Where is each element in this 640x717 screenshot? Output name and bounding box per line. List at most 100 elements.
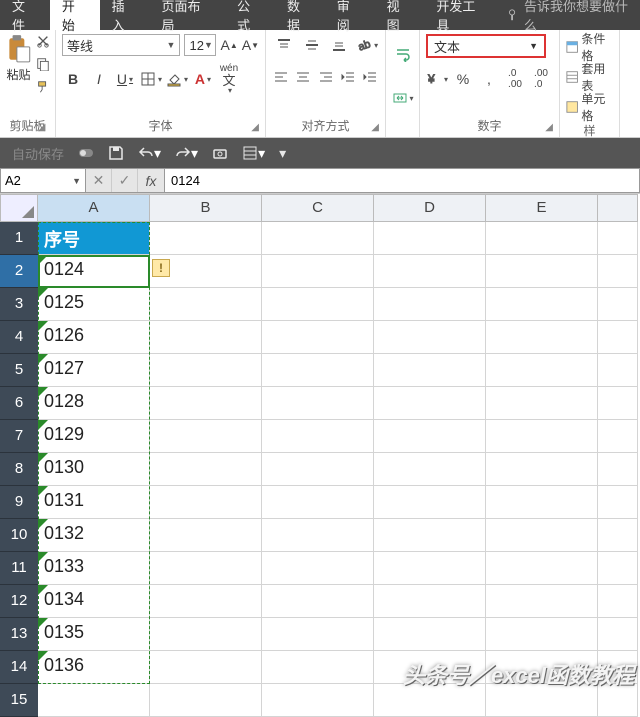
cell-B9[interactable]: [150, 486, 262, 519]
align-bottom-icon[interactable]: [328, 34, 350, 56]
cell-F10[interactable]: [598, 519, 638, 552]
border-button[interactable]: [140, 68, 162, 90]
tab-开始[interactable]: 开始: [50, 0, 100, 30]
cut-icon[interactable]: [36, 34, 50, 53]
cell-F6[interactable]: [598, 387, 638, 420]
cell-A6[interactable]: 0128: [38, 387, 150, 420]
align-right-icon[interactable]: [316, 66, 334, 88]
cell-B3[interactable]: [150, 288, 262, 321]
cell-B10[interactable]: [150, 519, 262, 552]
cell-E6[interactable]: [486, 387, 598, 420]
cell-A15[interactable]: [38, 684, 150, 717]
tab-视图[interactable]: 视图: [375, 0, 425, 30]
cell-C8[interactable]: [262, 453, 374, 486]
form-icon[interactable]: ▾: [242, 145, 265, 162]
number-format-combo[interactable]: 文本▼: [426, 34, 546, 58]
tab-插入[interactable]: 插入: [100, 0, 150, 30]
cell-E1[interactable]: [486, 222, 598, 255]
cell-B7[interactable]: [150, 420, 262, 453]
cell-C9[interactable]: [262, 486, 374, 519]
cell-B5[interactable]: [150, 354, 262, 387]
cell-B8[interactable]: [150, 453, 262, 486]
cell-E9[interactable]: [486, 486, 598, 519]
wrap-text-icon[interactable]: [392, 43, 414, 65]
cell-F12[interactable]: [598, 585, 638, 618]
number-launcher-icon[interactable]: ◢: [545, 122, 553, 133]
tab-开发工具[interactable]: 开发工具: [424, 0, 500, 30]
row-header-9[interactable]: 9: [0, 486, 38, 519]
fill-color-button[interactable]: [166, 68, 188, 90]
cell-E12[interactable]: [486, 585, 598, 618]
cell-F7[interactable]: [598, 420, 638, 453]
clipboard-launcher-icon[interactable]: ◢: [38, 122, 46, 133]
cell-E8[interactable]: [486, 453, 598, 486]
tab-公式[interactable]: 公式: [225, 0, 275, 30]
cell-F13[interactable]: [598, 618, 638, 651]
underline-button[interactable]: U: [114, 68, 136, 90]
cell-A4[interactable]: 0126: [38, 321, 150, 354]
cell-B15[interactable]: [150, 684, 262, 717]
qat-customize-icon[interactable]: ▾: [279, 145, 286, 162]
cell-C2[interactable]: [262, 255, 374, 288]
conditional-formatting-button[interactable]: 条件格: [566, 34, 613, 60]
row-header-1[interactable]: 1: [0, 222, 38, 255]
undo-icon[interactable]: ▾: [138, 145, 161, 162]
select-all-corner[interactable]: [0, 194, 38, 222]
cell-C1[interactable]: [262, 222, 374, 255]
name-box[interactable]: A2▼: [0, 168, 86, 193]
row-header-6[interactable]: 6: [0, 387, 38, 420]
cell-C7[interactable]: [262, 420, 374, 453]
row-header-3[interactable]: 3: [0, 288, 38, 321]
row-header-4[interactable]: 4: [0, 321, 38, 354]
cell-A7[interactable]: 0129: [38, 420, 150, 453]
format-table-button[interactable]: 套用表: [566, 64, 613, 90]
cell-C12[interactable]: [262, 585, 374, 618]
font-color-button[interactable]: A: [192, 68, 214, 90]
cell-E2[interactable]: [486, 255, 598, 288]
bold-button[interactable]: B: [62, 68, 84, 90]
cell-C4[interactable]: [262, 321, 374, 354]
cell-A12[interactable]: 0134: [38, 585, 150, 618]
row-header-10[interactable]: 10: [0, 519, 38, 552]
row-header-5[interactable]: 5: [0, 354, 38, 387]
cell-E5[interactable]: [486, 354, 598, 387]
cell-C11[interactable]: [262, 552, 374, 585]
formula-input[interactable]: 0124: [165, 168, 640, 193]
cell-F11[interactable]: [598, 552, 638, 585]
row-header-2[interactable]: 2: [0, 255, 38, 288]
row-header-7[interactable]: 7: [0, 420, 38, 453]
cell-A13[interactable]: 0135: [38, 618, 150, 651]
column-header-A[interactable]: A: [38, 194, 150, 222]
cell-B1[interactable]: [150, 222, 262, 255]
percent-format-icon[interactable]: %: [452, 68, 474, 90]
cell-C13[interactable]: [262, 618, 374, 651]
cell-B4[interactable]: [150, 321, 262, 354]
fx-cancel-icon[interactable]: ✕: [86, 169, 112, 192]
decrease-decimal-icon[interactable]: .00.0: [530, 68, 552, 90]
cell-styles-button[interactable]: 单元格: [566, 94, 613, 120]
cell-F1[interactable]: [598, 222, 638, 255]
comma-format-icon[interactable]: ,: [478, 68, 500, 90]
format-painter-icon[interactable]: [36, 80, 50, 99]
cell-D4[interactable]: [374, 321, 486, 354]
cell-D7[interactable]: [374, 420, 486, 453]
column-header-C[interactable]: C: [262, 194, 374, 222]
camera-icon[interactable]: [212, 145, 228, 161]
column-header-E[interactable]: E: [486, 194, 598, 222]
save-icon[interactable]: [108, 145, 124, 161]
cell-A10[interactable]: 0132: [38, 519, 150, 552]
align-launcher-icon[interactable]: ◢: [371, 122, 379, 133]
fx-function-icon[interactable]: fx: [138, 169, 164, 192]
italic-button[interactable]: I: [88, 68, 110, 90]
tab-数据[interactable]: 数据: [275, 0, 325, 30]
cell-A11[interactable]: 0133: [38, 552, 150, 585]
tab-页面布局[interactable]: 页面布局: [149, 0, 225, 30]
fx-enter-icon[interactable]: ✓: [112, 169, 138, 192]
accounting-format-icon[interactable]: ¥: [426, 68, 448, 90]
cell-C10[interactable]: [262, 519, 374, 552]
cell-F5[interactable]: [598, 354, 638, 387]
orientation-icon[interactable]: ab: [356, 34, 378, 56]
cell-A14[interactable]: 0136: [38, 651, 150, 684]
cell-A1[interactable]: 序号: [38, 222, 150, 255]
cell-C14[interactable]: [262, 651, 374, 684]
